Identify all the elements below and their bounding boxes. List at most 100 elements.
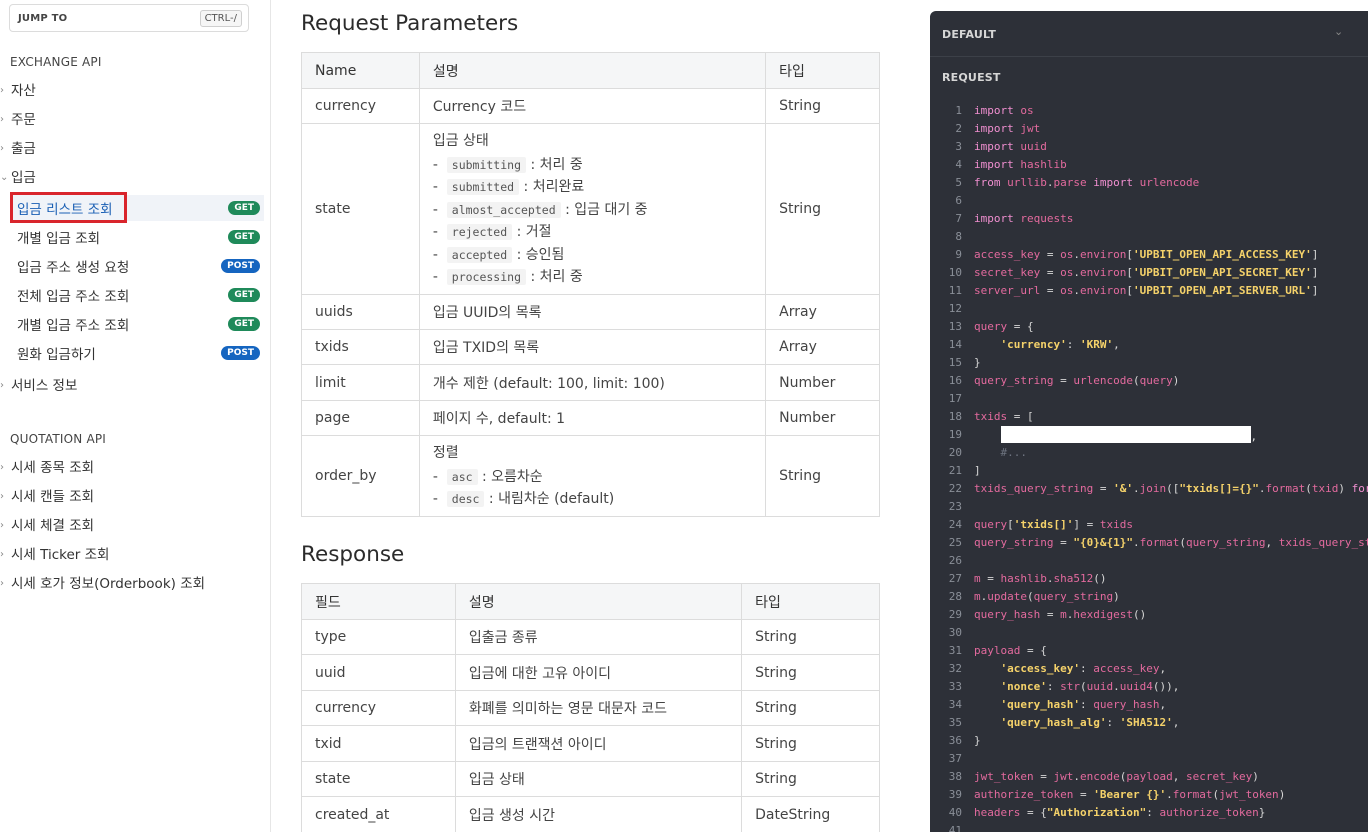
code-text: from urllib.parse import urlencode <box>974 176 1200 189</box>
param-desc: 입금 TXID의 목록 <box>418 329 767 365</box>
field-name: created_at <box>301 796 456 832</box>
line-number: 33 <box>948 680 962 693</box>
column-header: 필드 <box>301 583 456 620</box>
table-header-row: 필드 설명 타입 <box>301 583 880 620</box>
line-number: 37 <box>948 752 962 765</box>
code-line: 10 secret_key = os.environ['UPBIT_OPEN_AP… <box>930 264 1368 282</box>
code-text: #... <box>974 446 1027 459</box>
chevron-right-icon: › <box>0 143 4 154</box>
param-desc: 페이지 수, default: 1 <box>418 400 767 436</box>
sidebar-subitem-deposit-address-single[interactable]: 개별 입금 주소 조회 GET <box>10 311 264 337</box>
code-line: 22 txids_query_string = '&'.join(["txids[… <box>930 480 1368 498</box>
code-line: 26 <box>930 552 1368 570</box>
param-name: currency <box>301 88 420 124</box>
method-badge: POST <box>221 259 260 273</box>
code-text: m = hashlib.sha512() <box>974 572 1107 585</box>
field-name: state <box>301 761 456 797</box>
column-header: 설명 <box>454 583 743 620</box>
enum-text: 처리완료 <box>532 179 585 195</box>
code-line: 41 <box>930 822 1368 832</box>
param-type: Array <box>765 329 880 365</box>
code-line: 8 <box>930 228 1368 246</box>
code-line: 13 query = { <box>930 318 1368 336</box>
field-name: uuid <box>301 654 456 691</box>
sidebar-subitem-deposit-list[interactable]: 입금 리스트 조회 GET <box>10 192 264 223</box>
table-row: txid 입금의 트랜잭션 아이디 String <box>301 725 880 762</box>
field-desc: 입금에 대한 고유 아이디 <box>454 654 743 691</box>
code-line: 27 m = hashlib.sha512() <box>930 570 1368 588</box>
jump-to-label: JUMP TO <box>18 13 68 24</box>
enum-text: 처리 중 <box>539 156 583 173</box>
code-text: secret_key = os.environ['UPBIT_OPEN_API_… <box>974 266 1319 279</box>
field-type: String <box>741 761 880 797</box>
request-parameters-title: Request Parameters <box>301 11 519 36</box>
param-name: txids <box>301 329 420 365</box>
code-line: 11 server_url = os.environ['UPBIT_OPEN_AP… <box>930 282 1368 300</box>
main-content: Request Parameters Name 설명 타입 currency C… <box>271 0 910 832</box>
table-row: txids 입금 TXID의 목록 Array <box>301 329 880 365</box>
redacted-block <box>1000 426 1251 443</box>
code-line: 3 import uuid <box>930 138 1368 156</box>
method-badge: GET <box>228 230 260 244</box>
code-line: 15} <box>930 354 1368 372</box>
jump-to-search[interactable]: JUMP TO CTRL-/ <box>9 4 249 32</box>
code-line: 38 jwt_token = jwt.encode(payload, secret… <box>930 768 1368 786</box>
chevron-right-icon: › <box>0 491 4 502</box>
line-number: 36 <box>948 734 962 747</box>
language-label: DEFAULT <box>942 28 997 41</box>
param-type: Number <box>765 364 880 401</box>
code-line: 34 'query_hash': query_hash, <box>930 696 1368 714</box>
line-number: 4 <box>955 158 962 171</box>
enum-text: 내림차순 (default) <box>498 491 615 507</box>
response-title: Response <box>301 542 405 567</box>
line-number: 26 <box>948 554 962 567</box>
code-line: 31 payload = { <box>930 642 1368 660</box>
method-badge: GET <box>228 201 260 215</box>
code-line: 20 #... <box>930 444 1368 462</box>
field-name: currency <box>301 690 456 726</box>
code-line: 33 'nonce': str(uuid.uuid4()), <box>930 678 1368 696</box>
field-type: String <box>741 690 880 726</box>
column-header: 타입 <box>765 52 880 89</box>
enum-text: 승인됨 <box>525 246 565 263</box>
request-section-label: REQUEST <box>942 71 1001 84</box>
line-number: 35 <box>948 716 962 729</box>
sidebar-subitem-deposit-addresses[interactable]: 전체 입금 주소 조회 GET <box>10 282 264 308</box>
line-number: 28 <box>948 590 962 603</box>
sidebar-subitem-krw-deposit[interactable]: 원화 입금하기 POST <box>10 340 264 366</box>
code-line: 29 query_hash = m.hexdigest() <box>930 606 1368 624</box>
code-line: 32 'access_key': access_key, <box>930 660 1368 678</box>
line-number: 17 <box>948 392 962 405</box>
enum-item: - almost_accepted : 입금 대기 중 <box>432 201 648 218</box>
table-row: state 입금 상태 String <box>301 761 880 797</box>
code-text: import hashlib <box>974 158 1067 171</box>
sidebar: JUMP TO CTRL-/ EXCHANGE API › 자산 › 주문 › … <box>0 0 271 832</box>
table-row: order_by 정렬 - asc : 오름차순 - desc : 내림차순 (… <box>301 435 880 517</box>
line-number: 14 <box>948 338 962 351</box>
line-number: 18 <box>948 410 962 423</box>
chevron-right-icon: › <box>0 380 4 391</box>
enum-code: rejected <box>446 224 513 240</box>
code-text: query_hash = m.hexdigest() <box>974 608 1147 621</box>
param-name: order_by <box>301 435 420 517</box>
line-number: 21 <box>948 464 962 477</box>
language-selector[interactable]: DEFAULT ⌄ <box>930 11 1368 57</box>
code-line: 6 <box>930 192 1368 210</box>
table-row: uuids 입금 UUID의 목록 Array <box>301 294 880 330</box>
sidebar-subitem-deposit-address-create[interactable]: 입금 주소 생성 요청 POST <box>10 253 264 279</box>
line-number: 20 <box>948 446 962 459</box>
code-text: ] <box>974 464 981 477</box>
enum-code: almost_accepted <box>446 201 561 218</box>
chevron-right-icon: › <box>0 85 4 96</box>
field-type: DateString <box>741 796 880 832</box>
param-name: page <box>301 400 420 436</box>
enum-text: 입금 대기 중 <box>574 201 648 218</box>
line-number: 3 <box>955 140 962 153</box>
code-line: 39 authorize_token = 'Bearer {}'.format(j… <box>930 786 1368 804</box>
code-text: import requests <box>974 212 1074 225</box>
sidebar-subitem-deposit-single[interactable]: 개별 입금 조회 GET <box>10 224 264 250</box>
line-number: 25 <box>948 536 962 549</box>
line-number: 34 <box>948 698 962 711</box>
code-line: 23 <box>930 498 1368 516</box>
param-desc: 개수 제한 (default: 100, limit: 100) <box>418 364 767 401</box>
